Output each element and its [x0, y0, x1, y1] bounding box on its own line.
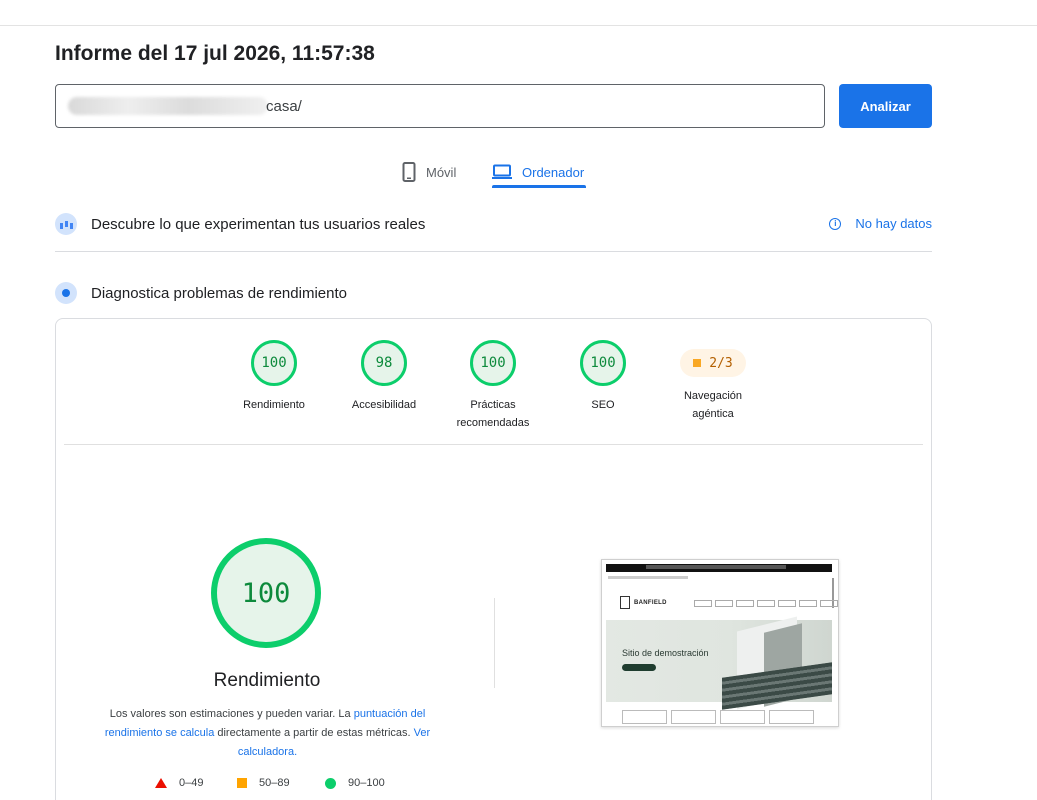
thumb-menu-item [799, 600, 817, 607]
thumb-menu-item [778, 600, 796, 607]
gauge-label-line1: Prácticas [470, 399, 516, 411]
gauge-label: Accesibilidad [351, 399, 417, 411]
tab-mobile-label: Móvil [426, 164, 457, 180]
gauge-agentic-navigation[interactable]: 2/3 Navegación agéntica [663, 340, 763, 423]
thumb-tile [720, 710, 765, 724]
gauge-label-line2: agéntica [692, 408, 734, 420]
gauge-label: SEO [591, 399, 615, 411]
legend-fail: 0–49 [155, 777, 203, 789]
gauge-label: Prácticas recomendadas [443, 396, 543, 432]
thumb-menu-item [820, 600, 838, 607]
thumb-tile [622, 710, 667, 724]
score-ring: 100 [251, 340, 297, 386]
thumb-topbar-text [646, 565, 786, 569]
thumb-breadcrumb [608, 576, 688, 579]
thumb-tiles [622, 710, 814, 724]
gauge-label-line1: Navegación [683, 390, 743, 402]
agentic-score-pill: 2/3 [680, 349, 746, 377]
legend-average: 50–89 [237, 777, 290, 789]
score-ring: 100 [470, 340, 516, 386]
report-title: Informe del 17 jul 2026, 11:57:38 [55, 42, 375, 65]
tab-mobile[interactable]: Móvil [402, 156, 456, 188]
tab-desktop-label: Ordenador [522, 164, 585, 180]
score-ring: 98 [361, 340, 407, 386]
thumb-menu-item [736, 600, 754, 607]
phone-icon [402, 162, 416, 182]
gauge-accessibility[interactable]: 98 Accesibilidad [334, 340, 434, 414]
url-text: casa/ [266, 98, 302, 115]
gauge-performance[interactable]: 100 Rendimiento [224, 340, 324, 414]
performance-score-gauge: 100 [211, 538, 321, 648]
agentic-score-value: 2/3 [709, 355, 733, 371]
gauge-label: Rendimiento [243, 399, 305, 411]
desc-text-1: Los valores son estimaciones y pueden va… [109, 708, 354, 720]
gauge-label: Navegación agéntica [663, 387, 763, 423]
pass-circle-icon [325, 777, 336, 789]
blurred-url-prefix [68, 97, 268, 115]
no-data-label: No hay datos [855, 216, 932, 231]
thumb-tile [671, 710, 716, 724]
diagnostics-title: Diagnostica problemas de rendimiento [91, 284, 347, 302]
laptop-icon [492, 164, 512, 179]
tab-desktop[interactable]: Ordenador [492, 156, 584, 188]
average-square-icon [237, 778, 247, 788]
legend-average-range: 50–89 [259, 777, 290, 789]
thumb-menu-item [694, 600, 712, 607]
card-divider [64, 444, 923, 445]
vertical-divider [494, 598, 495, 688]
section-divider [55, 251, 932, 252]
desc-text-2: directamente a partir de estas métricas. [214, 727, 414, 739]
performance-description: Los valores son estimaciones y pueden va… [100, 705, 435, 762]
thumb-hero-title: Sitio de demostración [622, 648, 709, 658]
gauge-label-line2: recomendadas [456, 417, 530, 429]
legend-pass: 90–100 [325, 777, 385, 789]
thumb-menu-item [757, 600, 775, 607]
performance-label: Rendimiento [213, 670, 321, 691]
thumb-menu-item [715, 600, 733, 607]
field-data-title: Descubre lo que experimentan tus usuario… [91, 215, 426, 233]
legend-pass-range: 90–100 [348, 777, 385, 789]
field-data-section: Descubre lo que experimentan tus usuario… [55, 212, 932, 236]
diagnostics-section: Diagnostica problemas de rendimiento [55, 281, 932, 305]
thumb-hero-button [622, 664, 656, 671]
gauge-best-practices[interactable]: 100 Prácticas recomendadas [443, 340, 543, 432]
active-tab-indicator [492, 185, 586, 188]
info-icon: i [829, 217, 842, 230]
thumb-house-logo-icon [620, 596, 630, 609]
thumb-brand: BANFIELD [634, 600, 667, 606]
gauge-seo[interactable]: 100 SEO [553, 340, 653, 414]
thumb-topbar [606, 564, 832, 572]
score-ring: 100 [580, 340, 626, 386]
legend-fail-range: 0–49 [179, 777, 204, 789]
no-data-link[interactable]: i No hay datos [829, 216, 932, 231]
url-input[interactable]: casa/ [55, 84, 825, 128]
analyze-button[interactable]: Analizar [839, 84, 932, 128]
thumb-menu [694, 600, 838, 607]
real-users-icon [55, 213, 77, 235]
thumb-tile [769, 710, 814, 724]
diagnostics-icon [55, 282, 77, 304]
average-square-icon [693, 359, 702, 367]
fail-triangle-icon [155, 778, 167, 788]
top-divider [0, 25, 1037, 26]
page-screenshot-thumbnail[interactable]: BANFIELD Sitio de demostración [601, 559, 839, 727]
